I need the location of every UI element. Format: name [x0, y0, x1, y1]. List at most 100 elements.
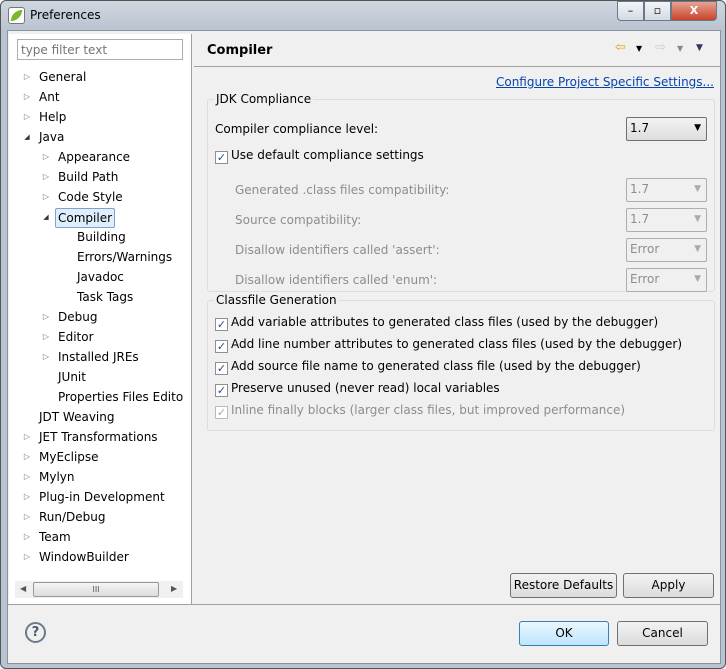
expanded-arrow-icon[interactable]: ◢	[22, 128, 32, 146]
forward-menu-icon[interactable]: ▼	[677, 44, 683, 53]
tree-item-label: Ant	[39, 90, 60, 104]
classfile-option-checkbox[interactable]: ✓ Add line number attributes to generated…	[215, 337, 682, 353]
chevron-down-icon: ▼	[694, 123, 701, 133]
collapsed-arrow-icon[interactable]: ▷	[22, 448, 32, 466]
tree-item-label: JET Transformations	[39, 430, 158, 444]
tree-item-label: Team	[39, 530, 71, 544]
tree-item-label: Run/Debug	[39, 510, 106, 524]
tree-item-label: Code Style	[58, 190, 123, 204]
compliance-setting-select[interactable]: 1.7 ▼	[626, 178, 707, 202]
tree-item-label: Debug	[58, 310, 98, 324]
chevron-down-icon: ▼	[694, 274, 701, 284]
checkbox-label: Add source file name to generated class …	[231, 359, 641, 373]
back-icon[interactable]: ⇦	[615, 40, 626, 55]
select-value: 1.7	[630, 121, 650, 135]
collapsed-arrow-icon[interactable]: ▷	[41, 348, 51, 366]
checkbox-checked-icon: ✓	[215, 318, 228, 331]
header-divider	[194, 66, 721, 67]
tree-item-label: Appearance	[58, 150, 131, 164]
tree-item-label: Installed JREs	[58, 350, 139, 364]
close-button[interactable]: X	[671, 1, 717, 21]
use-default-checkbox[interactable]: ✓ Use default compliance settings	[215, 148, 424, 164]
ok-button[interactable]: OK	[519, 621, 609, 646]
collapsed-arrow-icon[interactable]: ▷	[22, 548, 32, 566]
cancel-button[interactable]: Cancel	[617, 621, 708, 646]
tree-item-label: MyEclipse	[39, 450, 99, 464]
filter-input[interactable]	[17, 39, 183, 60]
compliance-setting-select[interactable]: Error ▼	[626, 268, 707, 292]
tree-item-label: General	[39, 70, 87, 84]
select-value: Error	[630, 242, 660, 256]
tree-item-label: Help	[39, 110, 67, 124]
page-title: Compiler	[207, 43, 273, 58]
classfile-generation-group: Classfile Generation ✓ Add variable attri…	[207, 293, 715, 431]
compliance-level-select[interactable]: 1.7 ▼	[626, 117, 707, 141]
select-value: 1.7	[630, 212, 650, 226]
compiler-page: Compiler ⇦ ▼ ⇨ ▼ ▼ Configure Project Spe…	[194, 31, 721, 604]
tree-item-label: WindowBuilder	[39, 550, 129, 564]
select-value: 1.7	[630, 182, 650, 196]
restore-defaults-button[interactable]: Restore Defaults	[510, 573, 617, 598]
collapsed-arrow-icon[interactable]: ▷	[41, 168, 51, 186]
compliance-level-label: Compiler compliance level:	[215, 122, 379, 136]
tree-item-label: Editor	[58, 330, 94, 344]
group-title: JDK Compliance	[214, 92, 314, 106]
expanded-arrow-icon[interactable]: ◢	[41, 208, 51, 226]
tree-item-label: Task Tags	[77, 290, 134, 304]
horizontal-scrollbar[interactable]: ◀ III ▶	[15, 581, 183, 598]
collapsed-arrow-icon[interactable]: ▷	[22, 468, 32, 486]
apply-button[interactable]: Apply	[623, 573, 714, 598]
compliance-setting-label: Generated .class files compatibility:	[235, 183, 450, 197]
compliance-setting-select[interactable]: Error ▼	[626, 238, 707, 262]
jdk-compliance-group: JDK Compliance Compiler compliance level…	[207, 92, 715, 292]
tree-item-label: Errors/Warnings	[77, 250, 173, 264]
scroll-left-icon[interactable]: ◀	[20, 584, 26, 593]
minimize-button[interactable]: –	[617, 1, 644, 21]
collapsed-arrow-icon[interactable]: ▷	[22, 528, 32, 546]
collapsed-arrow-icon[interactable]: ▷	[41, 308, 51, 326]
collapsed-arrow-icon[interactable]: ▷	[22, 488, 32, 506]
chevron-down-icon: ▼	[694, 214, 701, 224]
checkbox-checked-icon: ✓	[215, 406, 228, 419]
scroll-right-icon[interactable]: ▶	[171, 584, 177, 593]
checkbox-label: Add line number attributes to generated …	[231, 337, 683, 351]
help-icon[interactable]: ?	[25, 622, 46, 643]
collapsed-arrow-icon[interactable]: ▷	[41, 328, 51, 346]
classfile-option-checkbox[interactable]: ✓ Add variable attributes to generated cl…	[215, 315, 658, 331]
select-value: Error	[630, 272, 660, 286]
view-menu-icon[interactable]: ▼	[696, 43, 703, 53]
preferences-window: Preferences – ▫ X ▷ General ▷ Ant ▷ Help ◢ Java…	[0, 0, 726, 669]
collapsed-arrow-icon[interactable]: ▷	[22, 68, 32, 86]
checkbox-label: Preserve unused (never read) local varia…	[231, 381, 500, 395]
forward-icon[interactable]: ⇨	[655, 40, 666, 55]
dialog-body: ▷ General ▷ Ant ▷ Help ◢ Java ▷ Appearance ▷ Build …	[7, 30, 721, 664]
tree-item-label: Properties Files Edito	[58, 390, 184, 404]
collapsed-arrow-icon[interactable]: ▷	[22, 88, 32, 106]
collapsed-arrow-icon[interactable]: ▷	[22, 428, 32, 446]
maximize-button[interactable]: ▫	[644, 1, 671, 21]
tree-item-label: JUnit	[58, 370, 86, 384]
collapsed-arrow-icon[interactable]: ▷	[41, 148, 51, 166]
compliance-setting-label: Disallow identifiers called 'enum':	[235, 273, 438, 287]
collapsed-arrow-icon[interactable]: ▷	[22, 108, 32, 126]
tree-item-label: JDT Weaving	[39, 410, 115, 424]
compliance-setting-select[interactable]: 1.7 ▼	[626, 208, 707, 232]
checkbox-checked-icon: ✓	[215, 384, 228, 397]
classfile-option-checkbox[interactable]: ✓ Preserve unused (never read) local vari…	[215, 381, 500, 397]
chevron-down-icon: ▼	[694, 184, 701, 194]
checkbox-checked-icon: ✓	[215, 340, 228, 353]
back-menu-icon[interactable]: ▼	[636, 44, 642, 53]
classfile-option-checkbox[interactable]: ✓ Add source file name to generated class…	[215, 359, 641, 375]
collapsed-arrow-icon[interactable]: ▷	[22, 508, 32, 526]
checkbox-label: Use default compliance settings	[231, 148, 424, 162]
tree-item-label: Java	[39, 130, 65, 144]
scrollbar-thumb[interactable]: III	[33, 582, 159, 597]
checkbox-checked-icon: ✓	[215, 362, 228, 375]
tree-item-label: Mylyn	[39, 470, 75, 484]
compliance-setting-label: Source compatibility:	[235, 213, 362, 227]
checkbox-label: Add variable attributes to generated cla…	[231, 315, 659, 329]
collapsed-arrow-icon[interactable]: ▷	[41, 188, 51, 206]
configure-project-settings-link[interactable]: Configure Project Specific Settings...	[496, 75, 714, 89]
chevron-down-icon: ▼	[694, 244, 701, 254]
classfile-option-checkbox[interactable]: ✓ Inline finally blocks (larger class fil…	[215, 403, 625, 419]
